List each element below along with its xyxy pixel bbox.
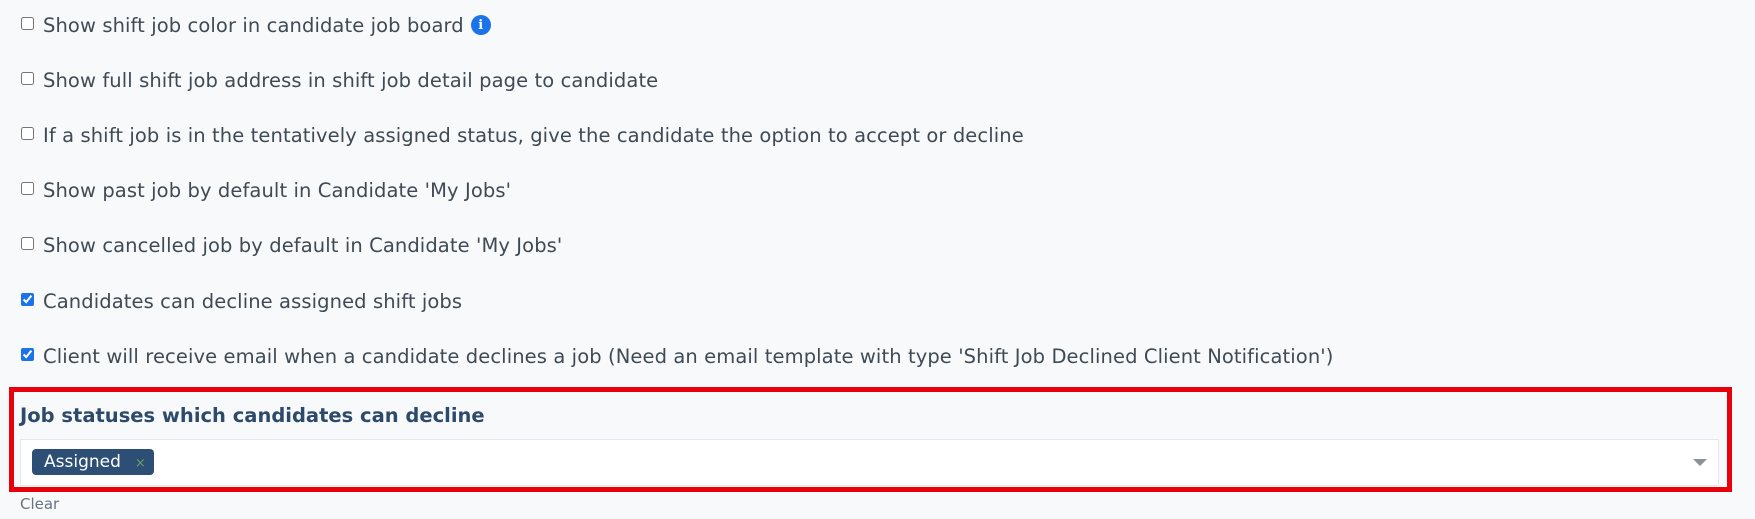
client-email-on-decline-checkbox[interactable] xyxy=(21,347,34,361)
option-tentative-accept-decline: If a shift job is in the tentatively ass… xyxy=(21,120,1024,150)
tag-remove-icon[interactable]: × xyxy=(135,456,146,471)
decline-statuses-select[interactable]: Assigned × xyxy=(20,439,1719,486)
tag-label: Assigned xyxy=(44,452,121,472)
option-shift-job-color: Show shift job color in candidate job bo… xyxy=(21,10,491,40)
show-past-jobs-label: Show past job by default in Candidate 'M… xyxy=(43,178,512,202)
info-icon[interactable]: i xyxy=(470,15,491,35)
full-address-checkbox[interactable] xyxy=(21,71,34,85)
shift-job-color-checkbox[interactable] xyxy=(21,16,34,30)
client-email-on-decline-label: Client will receive email when a candida… xyxy=(43,344,1334,368)
candidates-decline-label: Candidates can decline assigned shift jo… xyxy=(43,289,463,313)
candidates-decline-checkbox[interactable] xyxy=(21,292,34,306)
show-cancelled-jobs-label: Show cancelled job by default in Candida… xyxy=(43,233,563,257)
tentative-accept-decline-checkbox[interactable] xyxy=(21,126,34,140)
option-client-email-on-decline: Client will receive email when a candida… xyxy=(21,341,1333,371)
option-candidates-decline: Candidates can decline assigned shift jo… xyxy=(21,286,462,316)
option-show-cancelled-jobs: Show cancelled job by default in Candida… xyxy=(21,230,562,260)
option-show-past-jobs: Show past job by default in Candidate 'M… xyxy=(21,175,511,205)
decline-statuses-label: Job statuses which candidates can declin… xyxy=(20,404,485,427)
clear-link[interactable]: Clear xyxy=(20,495,59,513)
full-address-label: Show full shift job address in shift job… xyxy=(43,68,659,92)
show-cancelled-jobs-checkbox[interactable] xyxy=(21,236,34,250)
chevron-down-icon[interactable] xyxy=(1693,459,1707,466)
show-past-jobs-checkbox[interactable] xyxy=(21,181,34,195)
tentative-accept-decline-label: If a shift job is in the tentatively ass… xyxy=(43,123,1024,147)
option-full-address: Show full shift job address in shift job… xyxy=(21,65,658,95)
selected-tag-assigned: Assigned × xyxy=(32,449,154,475)
shift-job-color-label: Show shift job color in candidate job bo… xyxy=(43,13,464,37)
